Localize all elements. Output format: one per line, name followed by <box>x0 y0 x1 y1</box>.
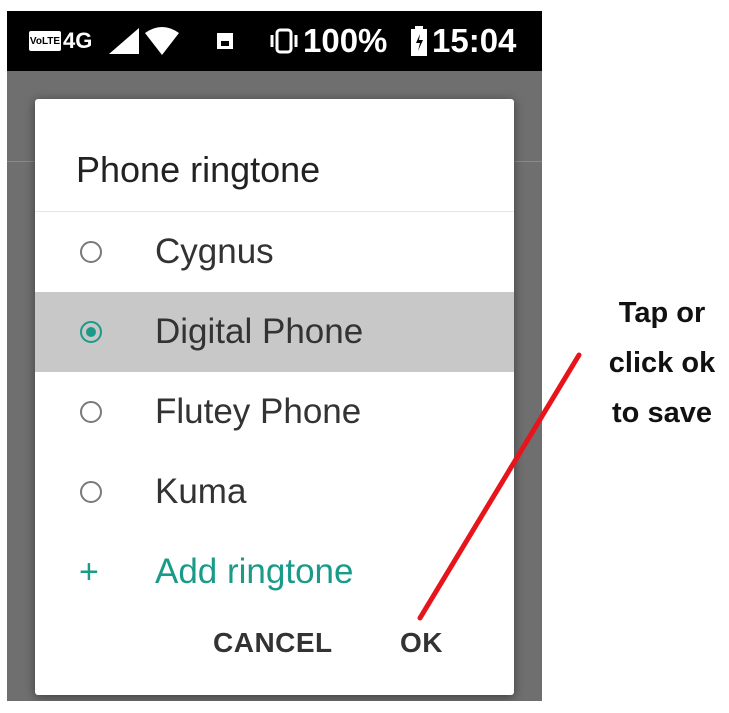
annotation-line-2: click ok <box>608 347 716 379</box>
annotation-line <box>417 352 582 621</box>
annotation-line-1: Tap or <box>618 297 706 329</box>
annotation-callout: Tap or click ok to save <box>592 288 729 438</box>
annotation-line-3: to save <box>612 397 712 429</box>
